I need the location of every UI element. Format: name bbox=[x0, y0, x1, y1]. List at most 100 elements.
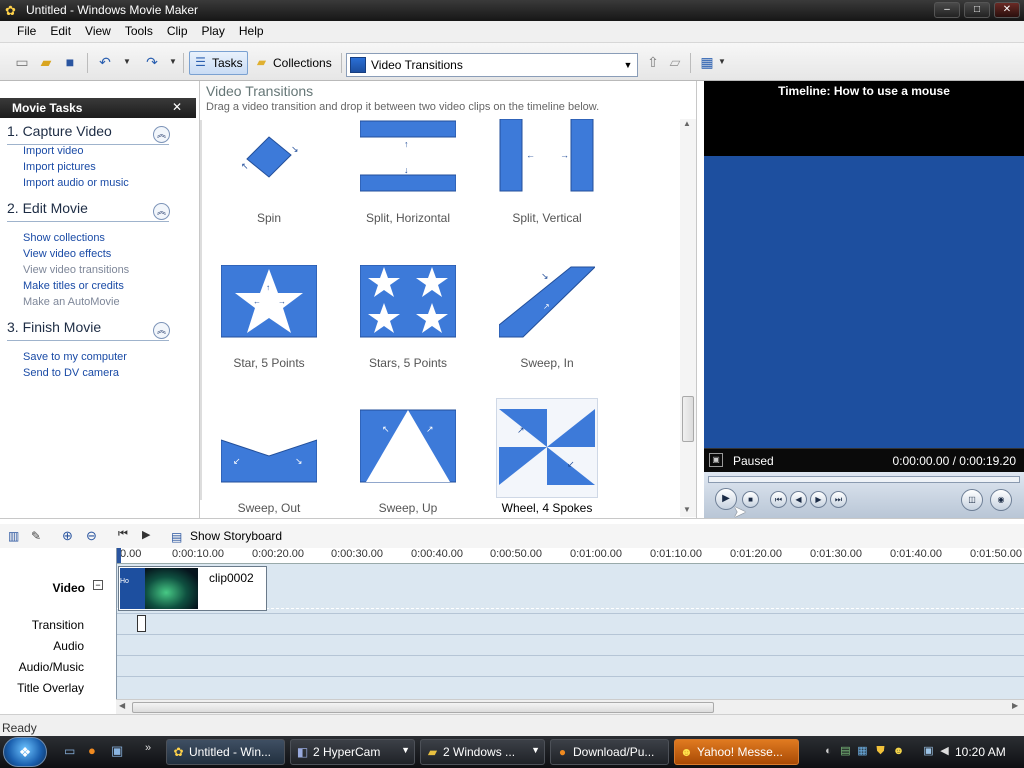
new-project-icon[interactable]: ▭ bbox=[13, 53, 31, 71]
scroll-up-icon[interactable]: ▲ bbox=[683, 119, 691, 128]
undo-icon[interactable]: ↶ bbox=[96, 53, 114, 71]
play-timeline-icon[interactable]: ▶ bbox=[142, 528, 150, 541]
timeline-ruler[interactable]: 0.00 0:00:10.00 0:00:20.00 0:00:30.00 0:… bbox=[116, 548, 1024, 564]
task-link-send-to-dv-camera[interactable]: Send to DV camera bbox=[23, 367, 119, 379]
taskbar-button-windows-explorer[interactable]: ▰ 2 Windows ... ▼ bbox=[420, 739, 545, 765]
collapse-chevron-icon[interactable]: ︽ bbox=[153, 203, 170, 220]
split-clip-icon[interactable]: ◫ bbox=[961, 489, 983, 511]
transition-stars-5-points[interactable] bbox=[359, 264, 457, 341]
video-clip[interactable]: Ho clip0002 bbox=[118, 566, 267, 611]
collapse-chevron-icon[interactable]: ︽ bbox=[153, 126, 170, 143]
transition-sweep-out[interactable]: ↙ ↘ bbox=[220, 408, 318, 484]
maximize-button[interactable]: □ bbox=[964, 2, 990, 18]
transition-label: Sweep, Up bbox=[378, 501, 438, 515]
save-project-icon[interactable]: ■ bbox=[61, 53, 79, 71]
close-icon[interactable]: ✕ bbox=[172, 100, 182, 114]
quicklaunch-overflow-icon[interactable]: » bbox=[145, 742, 151, 754]
close-button[interactable]: ✕ bbox=[994, 2, 1020, 18]
tray-network-icon[interactable]: ▤ bbox=[838, 744, 853, 759]
switch-windows-icon[interactable]: ▣ bbox=[111, 743, 123, 759]
transition-slot[interactable] bbox=[137, 615, 146, 632]
tasks-button[interactable]: ☰ Tasks bbox=[189, 51, 248, 75]
menu-file[interactable]: File bbox=[10, 21, 43, 38]
narrate-timeline-icon[interactable]: ✎ bbox=[31, 529, 41, 543]
tray-display-icon[interactable]: ▣ bbox=[921, 744, 936, 759]
track-label-transition: Transition bbox=[31, 618, 84, 632]
transition-split-horizontal[interactable]: ↑ ↓ bbox=[359, 119, 457, 195]
next-frame-icon[interactable]: ⏭ bbox=[830, 491, 847, 508]
task-link-save-to-computer[interactable]: Save to my computer bbox=[23, 351, 127, 363]
seek-bar[interactable] bbox=[708, 476, 1020, 483]
scroll-right-icon[interactable]: ▶ bbox=[1012, 701, 1018, 710]
taskbar-button-hypercam[interactable]: ◧ 2 HyperCam ▼ bbox=[290, 739, 415, 765]
open-project-icon[interactable]: ▰ bbox=[37, 53, 55, 71]
taskbar-button-movie-maker[interactable]: ✿ Untitled - Win... bbox=[166, 739, 285, 765]
scroll-left-icon[interactable]: ◀ bbox=[119, 701, 125, 710]
transition-spin[interactable]: ↘ ↖ bbox=[221, 119, 317, 195]
transition-sweep-in[interactable]: ↘ ↗ bbox=[498, 265, 597, 341]
menu-tools[interactable]: Tools bbox=[118, 21, 160, 38]
task-link-import-video[interactable]: Import video bbox=[23, 145, 84, 157]
step-back-icon[interactable]: ◀ bbox=[790, 491, 807, 508]
tray-expand-icon[interactable]: ◐ bbox=[821, 744, 836, 759]
redo-icon[interactable]: ↷ bbox=[143, 53, 161, 71]
collapse-chevron-icon[interactable]: ︽ bbox=[153, 322, 170, 339]
undo-dropdown-icon[interactable]: ▼ bbox=[118, 53, 136, 71]
task-link-import-audio[interactable]: Import audio or music bbox=[23, 177, 129, 189]
zoom-out-icon[interactable]: ⊖ bbox=[86, 528, 97, 544]
redo-dropdown-icon[interactable]: ▼ bbox=[164, 53, 182, 71]
zoom-in-icon[interactable]: ⊕ bbox=[62, 528, 73, 544]
section-edit-movie[interactable]: 2. Edit Movie ︽ bbox=[7, 200, 170, 222]
step-forward-icon[interactable]: ▶ bbox=[810, 491, 827, 508]
tray-messenger-icon[interactable]: ☻ bbox=[891, 744, 906, 759]
tray-volume-icon[interactable]: ◀ bbox=[937, 744, 952, 759]
views-dropdown-icon[interactable]: ▼ bbox=[713, 53, 731, 71]
menu-clip[interactable]: Clip bbox=[160, 21, 195, 38]
tray-security-shield-icon[interactable]: ⛊ bbox=[873, 744, 888, 759]
section-finish-movie[interactable]: 3. Finish Movie ︽ bbox=[7, 319, 170, 341]
timeline-scrollbar[interactable]: ◀ ▶ bbox=[116, 699, 1024, 714]
title-bar[interactable]: ✿ Untitled - Windows Movie Maker – □ ✕ bbox=[0, 0, 1024, 21]
firefox-quicklaunch-icon[interactable]: ● bbox=[88, 743, 96, 758]
collections-button[interactable]: ▰ Collections bbox=[250, 51, 337, 75]
svg-text:→: → bbox=[278, 297, 286, 306]
collapse-video-track-icon[interactable]: − bbox=[93, 580, 103, 590]
menu-edit[interactable]: Edit bbox=[43, 21, 78, 38]
chevron-down-icon[interactable]: ▼ bbox=[619, 54, 637, 76]
take-picture-icon[interactable]: ◉ bbox=[990, 489, 1012, 511]
task-link-view-video-effects[interactable]: View video effects bbox=[23, 248, 111, 260]
transitions-scrollbar[interactable]: ▲ ▼ bbox=[680, 119, 696, 517]
minimize-button[interactable]: – bbox=[934, 2, 960, 18]
task-link-show-collections[interactable]: Show collections bbox=[23, 232, 105, 244]
menu-play[interactable]: Play bbox=[195, 21, 232, 38]
collection-select[interactable]: Video Transitions ▼ bbox=[346, 53, 638, 77]
start-button[interactable]: ❖ bbox=[3, 737, 47, 767]
transition-wheel-4-spokes[interactable]: ↗ ↙ bbox=[499, 409, 595, 485]
menu-help[interactable]: Help bbox=[232, 21, 271, 38]
taskbar-button-firefox[interactable]: ● Download/Pu... bbox=[550, 739, 669, 765]
scroll-thumb[interactable] bbox=[132, 702, 714, 713]
scroll-down-icon[interactable]: ▼ bbox=[683, 505, 691, 514]
taskbar-clock[interactable]: 10:20 AM bbox=[955, 745, 1006, 759]
new-collection-folder-icon[interactable]: ▱ bbox=[666, 53, 684, 71]
scroll-thumb[interactable] bbox=[682, 396, 694, 442]
transition-star-5-points[interactable]: ↑ ← → bbox=[220, 264, 318, 341]
tasks-icon: ☰ bbox=[195, 55, 206, 69]
taskbar-button-yahoo-messenger[interactable]: ☻ Yahoo! Messe... bbox=[674, 739, 799, 765]
tray-app-icon[interactable]: ▦ bbox=[855, 744, 870, 759]
menu-view[interactable]: View bbox=[78, 21, 118, 38]
up-one-level-icon[interactable]: ⇧ bbox=[644, 53, 662, 71]
star-5-points-thumbnail-icon: ↑ ← → bbox=[220, 264, 318, 338]
section-capture-video[interactable]: 1. Capture Video ︽ bbox=[7, 123, 170, 145]
transition-split-vertical[interactable]: ← → bbox=[499, 118, 595, 195]
task-link-make-titles[interactable]: Make titles or credits bbox=[23, 280, 124, 292]
show-desktop-icon[interactable]: ▭ bbox=[64, 744, 75, 758]
transition-sweep-up[interactable]: ↖ ↗ bbox=[359, 408, 457, 484]
yahoo-messenger-icon: ☻ bbox=[680, 745, 693, 759]
ruler-tick: 0:00:40.00 bbox=[411, 548, 463, 560]
show-storyboard-button[interactable]: ▤ Show Storyboard bbox=[168, 527, 282, 545]
rewind-timeline-icon[interactable]: ⏮ bbox=[118, 528, 128, 541]
previous-frame-icon[interactable]: ⏮ bbox=[770, 491, 787, 508]
set-audio-levels-icon[interactable]: ▥ bbox=[8, 529, 19, 543]
task-link-import-pictures[interactable]: Import pictures bbox=[23, 161, 96, 173]
